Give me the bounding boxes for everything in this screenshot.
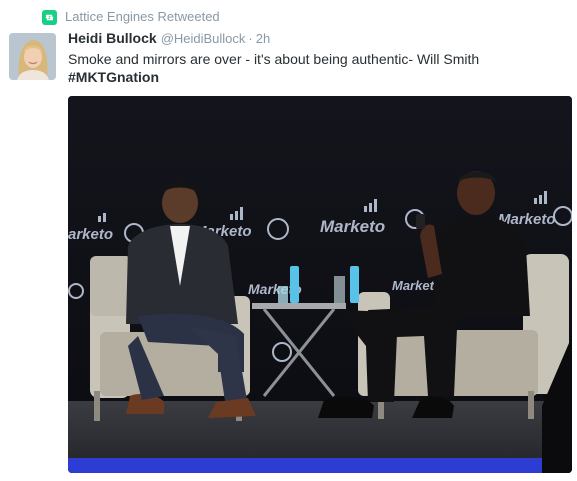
tweet-timestamp[interactable]: 2h <box>256 31 270 46</box>
tweet-header: Heidi Bullock @HeidiBullock · 2h <box>68 30 270 48</box>
water-bottle-1 <box>290 266 299 303</box>
stage-edge <box>68 458 572 473</box>
author-username[interactable]: @HeidiBullock <box>161 31 246 46</box>
avatar[interactable] <box>9 33 56 80</box>
water-bottle-2 <box>350 266 359 303</box>
tweet-text-line2: #MKTGnation <box>68 68 159 86</box>
stage-photo: arketo Marketo Marketo Marketo Marketo M… <box>68 96 572 473</box>
tweet-photo[interactable]: arketo Marketo Marketo Marketo Marketo M… <box>68 96 572 473</box>
retweet-icon <box>42 9 57 25</box>
retweet-context: Lattice Engines Retweeted <box>42 9 220 25</box>
separator-dot: · <box>248 31 253 46</box>
author-fullname[interactable]: Heidi Bullock <box>68 30 157 46</box>
hashtag-link[interactable]: #MKTGnation <box>68 69 159 85</box>
avatar-image <box>9 33 56 80</box>
sign-left: arketo <box>68 226 113 243</box>
tweet-text: Smoke and mirrors are over - it's about … <box>68 51 480 67</box>
microphone <box>416 214 425 229</box>
tweet[interactable]: Lattice Engines Retweeted Heidi Bullock … <box>0 0 577 481</box>
sign-2: Marketo <box>320 217 385 236</box>
retweet-context-text[interactable]: Lattice Engines Retweeted <box>65 9 220 25</box>
